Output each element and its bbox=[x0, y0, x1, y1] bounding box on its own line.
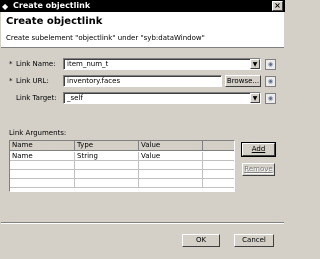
link-name-required-mark: * bbox=[9, 60, 13, 68]
link-url-required-mark: * bbox=[9, 77, 13, 85]
ok-button[interactable]: OK bbox=[182, 234, 220, 247]
link-target-value: _self bbox=[67, 94, 83, 102]
table-cell[interactable]: Name bbox=[10, 152, 75, 161]
table-cell[interactable] bbox=[75, 179, 139, 188]
link-target-label: Link Target: bbox=[16, 94, 57, 102]
link-name-combobox[interactable]: item_num_t ▼ bbox=[63, 58, 261, 70]
dialog-heading: Create objectlink bbox=[6, 16, 103, 27]
close-button[interactable]: × bbox=[272, 1, 283, 11]
column-header-extra[interactable] bbox=[203, 141, 234, 151]
table-cell[interactable]: Value bbox=[139, 152, 203, 161]
table-cell[interactable] bbox=[203, 170, 234, 179]
browse-button[interactable]: Browse... bbox=[225, 75, 261, 87]
table-cell[interactable] bbox=[203, 179, 234, 188]
link-name-help-icon[interactable]: ◉ bbox=[265, 59, 276, 70]
table-cell[interactable] bbox=[203, 161, 234, 170]
footer-separator bbox=[1, 222, 284, 224]
remove-button[interactable]: Remove bbox=[242, 163, 275, 176]
link-url-input[interactable]: inventory.faces bbox=[63, 75, 222, 87]
link-url-value: inventory.faces bbox=[67, 77, 121, 85]
table-header: Name Type Value bbox=[10, 141, 234, 151]
link-url-label: Link URL: bbox=[16, 77, 49, 85]
link-target-combobox[interactable]: _self ▼ bbox=[63, 92, 261, 104]
table-cell[interactable] bbox=[139, 170, 203, 179]
column-header-name[interactable]: Name bbox=[10, 141, 75, 151]
table-cell[interactable] bbox=[139, 179, 203, 188]
column-header-value[interactable]: Value bbox=[139, 141, 203, 151]
table-cell[interactable] bbox=[10, 170, 75, 179]
link-arguments-table[interactable]: Name Type Value Name String Value bbox=[9, 140, 235, 192]
add-button[interactable]: Add bbox=[241, 142, 276, 157]
dialog-header: Create objectlink Create subelement "obj… bbox=[1, 12, 284, 48]
title-bar[interactable]: ◆ Create objectlink × bbox=[0, 0, 285, 12]
link-name-dropdown-arrow[interactable]: ▼ bbox=[250, 59, 260, 69]
app-icon: ◆ bbox=[2, 2, 9, 11]
link-url-help-icon[interactable]: ◉ bbox=[265, 76, 276, 87]
cancel-button[interactable]: Cancel bbox=[234, 234, 274, 247]
table-cell[interactable]: String bbox=[75, 152, 139, 161]
table-cell[interactable] bbox=[203, 152, 234, 161]
table-cell[interactable] bbox=[10, 179, 75, 188]
link-target-dropdown-arrow[interactable]: ▼ bbox=[250, 93, 260, 103]
table-cell[interactable] bbox=[139, 161, 203, 170]
column-header-type[interactable]: Type bbox=[75, 141, 139, 151]
link-name-label: Link Name: bbox=[16, 60, 56, 68]
link-name-value: item_num_t bbox=[67, 60, 109, 68]
table-cell[interactable] bbox=[75, 170, 139, 179]
window-title: Create objectlink bbox=[13, 1, 91, 10]
dialog-description: Create subelement "objectlink" under "sy… bbox=[6, 34, 205, 42]
table-cell[interactable] bbox=[10, 161, 75, 170]
table-cell[interactable] bbox=[75, 161, 139, 170]
link-arguments-label: Link Arguments: bbox=[9, 129, 67, 137]
link-target-help-icon[interactable]: ◉ bbox=[265, 93, 276, 104]
